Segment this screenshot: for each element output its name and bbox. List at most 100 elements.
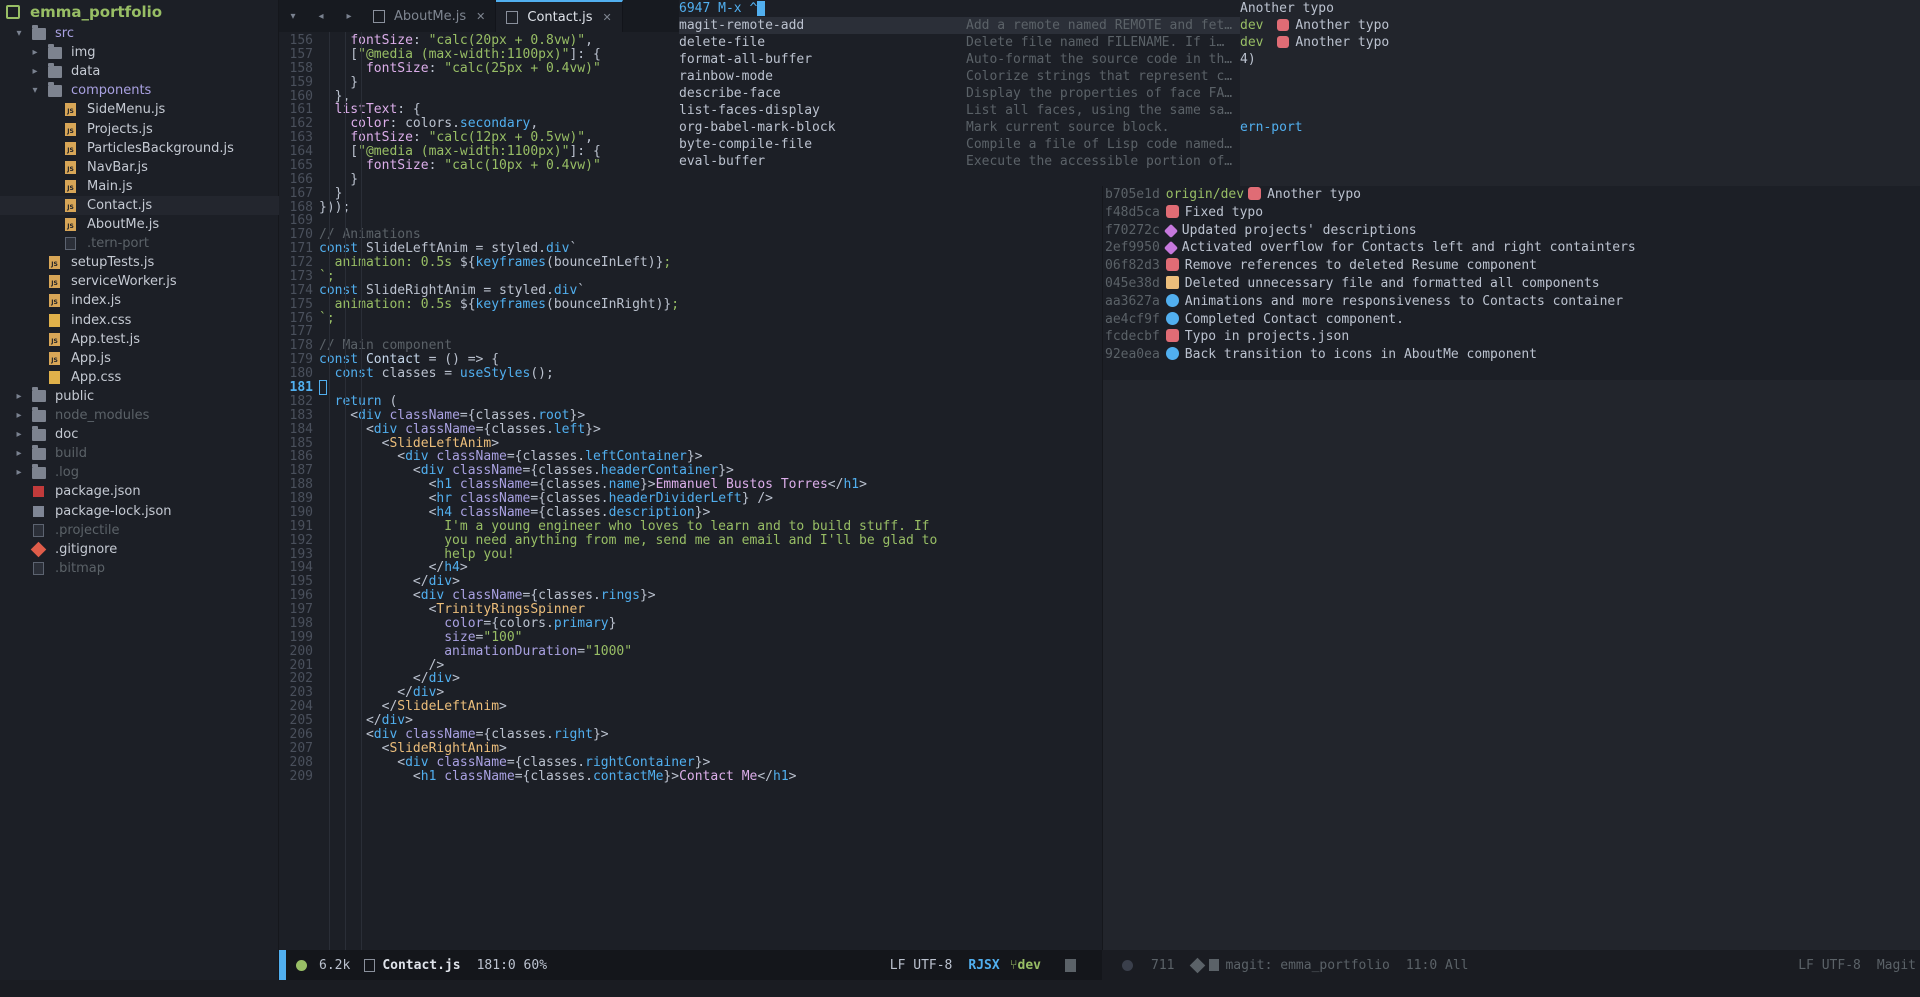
tree-item-label: data <box>71 64 101 80</box>
tree-item[interactable]: ▸ .log <box>0 463 279 482</box>
mx-prompt[interactable]: 6947 M-x ^ <box>679 0 766 17</box>
commit-row[interactable]: fcdecbf Typo in projects.json <box>1105 328 1349 346</box>
command-name: describe-face <box>679 86 781 101</box>
tree-item-label: setupTests.js <box>71 255 155 271</box>
commit-row[interactable]: b705e1d origin/dev Another typo <box>1105 186 1361 204</box>
chevron-right-icon[interactable]: ▸ <box>30 66 40 77</box>
close-icon[interactable]: ✕ <box>603 11 612 24</box>
tree-item[interactable]: JS NavBar.js <box>0 158 279 177</box>
folder-icon <box>32 444 46 460</box>
close-icon[interactable]: ✕ <box>476 10 485 23</box>
tree-item[interactable]: JS Contact.js <box>0 195 279 215</box>
tree-item-label: public <box>55 388 95 404</box>
tab-menu-icon[interactable]: ▾ <box>279 0 307 32</box>
mx-candidate[interactable]: org-babel-mark-block Mark current source … <box>679 119 1240 136</box>
commit-message: Another typo <box>1267 187 1361 202</box>
commit-row[interactable]: f48d5ca Fixed typo <box>1105 204 1263 222</box>
mx-candidate[interactable]: byte-compile-file Compile a file of Lisp … <box>679 136 1240 153</box>
commit-row[interactable]: 92ea0ea Back transition to icons in About… <box>1105 346 1537 364</box>
tree-item[interactable]: JS App.js <box>0 349 279 368</box>
tree-item[interactable]: package-lock.json <box>0 502 279 521</box>
chevron-right-icon[interactable]: ▸ <box>14 467 24 478</box>
mx-candidate[interactable]: magit-remote-add Add a remote named REMOT… <box>679 17 1240 34</box>
buffer-name: magit: emma_portfolio <box>1225 957 1390 973</box>
commit-row[interactable]: aa3627a Animations and more responsivenes… <box>1105 293 1623 311</box>
commit-hash: fcdecbf <box>1105 329 1160 345</box>
tree-item[interactable]: JS index.js <box>0 291 279 310</box>
tree-item-label: node_modules <box>55 408 150 423</box>
chevron-right-icon[interactable]: ▸ <box>14 410 24 421</box>
mx-completion-popup: 6947 M-x ^ magit-remote-add Add a remote … <box>679 0 1240 186</box>
major-mode[interactable]: RJSX <box>968 958 999 973</box>
file-encoding[interactable]: LF UTF-8 <box>890 958 953 973</box>
tree-item[interactable]: ▸ doc <box>0 425 279 444</box>
mx-candidate[interactable]: rainbow-mode Colorize strings that repres… <box>679 68 1240 85</box>
tree-item[interactable]: ▸ data <box>0 62 279 81</box>
tree-item[interactable]: JS ParticlesBackground.js <box>0 139 279 158</box>
project-root[interactable]: emma_portfolio <box>0 0 278 24</box>
chevron-right-icon[interactable]: ▸ <box>30 47 40 58</box>
tab-prev-icon[interactable]: ◂ <box>307 0 335 32</box>
tree-item[interactable]: JS App.test.js <box>0 330 279 349</box>
file-encoding[interactable]: LF UTF-8 <box>1798 958 1861 973</box>
tree-item[interactable]: ▸ img <box>0 43 279 62</box>
git-branch[interactable]: dev <box>1018 958 1041 973</box>
chevron-right-icon[interactable]: ▸ <box>14 391 24 402</box>
tree-item[interactable]: JS Main.js <box>0 177 279 196</box>
tab-contact[interactable]: Contact.js ✕ <box>496 0 623 32</box>
js-icon: JS <box>65 198 76 212</box>
command-doc: Add a remote named REMOTE and fet… <box>966 18 1233 33</box>
tree-item[interactable]: .tern-port <box>0 234 279 253</box>
tree-item[interactable]: .gitignore <box>0 540 279 559</box>
tab-aboutme[interactable]: AboutMe.js ✕ <box>363 0 497 32</box>
tree-item[interactable]: ▾ src <box>0 24 279 43</box>
commit-row[interactable]: 045e38d Deleted unnecessary file and form… <box>1105 275 1600 293</box>
chevron-down-icon[interactable]: ▾ <box>14 28 24 39</box>
command-name: org-babel-mark-block <box>679 120 836 135</box>
tree-item[interactable]: ▸ build <box>0 444 279 463</box>
tree-item[interactable]: ▾ components <box>0 81 279 100</box>
chevron-right-icon[interactable]: ▸ <box>14 429 24 440</box>
tree-item[interactable]: App.css <box>0 368 279 387</box>
git-icon <box>30 541 47 557</box>
tree-item-label: serviceWorker.js <box>71 274 177 290</box>
js-icon: JS <box>65 122 76 136</box>
lock-icon <box>33 505 44 517</box>
mx-candidate[interactable]: format-all-buffer Auto-format the source … <box>679 51 1240 68</box>
commit-message: Back transition to icons in AboutMe comp… <box>1184 347 1537 363</box>
tab-next-icon[interactable]: ▸ <box>335 0 363 32</box>
tree-item[interactable]: .bitmap <box>0 559 279 578</box>
tree-item[interactable]: index.css <box>0 311 279 330</box>
mx-candidate[interactable]: delete-file Delete file named FILENAME. I… <box>679 34 1240 51</box>
tree-item[interactable]: JS Projects.js <box>0 120 279 139</box>
tree-item[interactable]: JS SideMenu.js <box>0 100 279 119</box>
tree-item[interactable]: JS AboutMe.js <box>0 215 279 234</box>
mx-candidate[interactable]: describe-face Display the properties of f… <box>679 85 1240 102</box>
chevron-right-icon[interactable]: ▸ <box>14 448 24 459</box>
tree-item[interactable]: ▸ node_modules <box>0 406 279 425</box>
tree-item[interactable]: .projectile <box>0 521 279 540</box>
commit-row[interactable]: 2ef9950 Activated overflow for Contacts l… <box>1105 239 1636 257</box>
commit-row[interactable]: f70272c Updated projects' descriptions <box>1105 222 1417 240</box>
magit-partial-line: Another typo <box>1240 1 1334 16</box>
mx-candidate[interactable]: eval-buffer Execute the accessible portio… <box>679 153 1240 170</box>
chevron-down-icon[interactable]: ▾ <box>30 85 40 96</box>
tree-item[interactable]: JS serviceWorker.js <box>0 272 279 291</box>
text-cursor <box>757 1 766 16</box>
magit-log[interactable]: b705e1d origin/dev Another typo f48d5ca Fixe… <box>1103 186 1920 380</box>
tree-item[interactable]: ▸ public <box>0 387 279 406</box>
tab-label: AboutMe.js <box>394 8 467 24</box>
mx-prompt-text: 6947 M-x ^ <box>679 1 758 16</box>
command-name: magit-remote-add <box>679 18 805 33</box>
major-mode[interactable]: Magit <box>1877 958 1916 973</box>
commit-hash: aa3627a <box>1105 293 1160 309</box>
tree-item[interactable]: package.json <box>0 482 279 501</box>
mx-candidate[interactable]: list-faces-display List all faces, using … <box>679 102 1240 119</box>
commit-message: Completed Contact component. <box>1184 311 1404 327</box>
tree-item[interactable]: JS setupTests.js <box>0 253 279 272</box>
commit-row[interactable]: ae4cf9f Completed Contact component. <box>1105 311 1404 329</box>
tree-item-label: .log <box>55 465 79 481</box>
tree-item-label: index.css <box>71 312 132 328</box>
code-line[interactable]: 209 <h1 className={classes.contactMe}>Co… <box>279 768 1102 785</box>
commit-row[interactable]: 06f82d3 Remove references to deleted Resu… <box>1105 257 1537 275</box>
